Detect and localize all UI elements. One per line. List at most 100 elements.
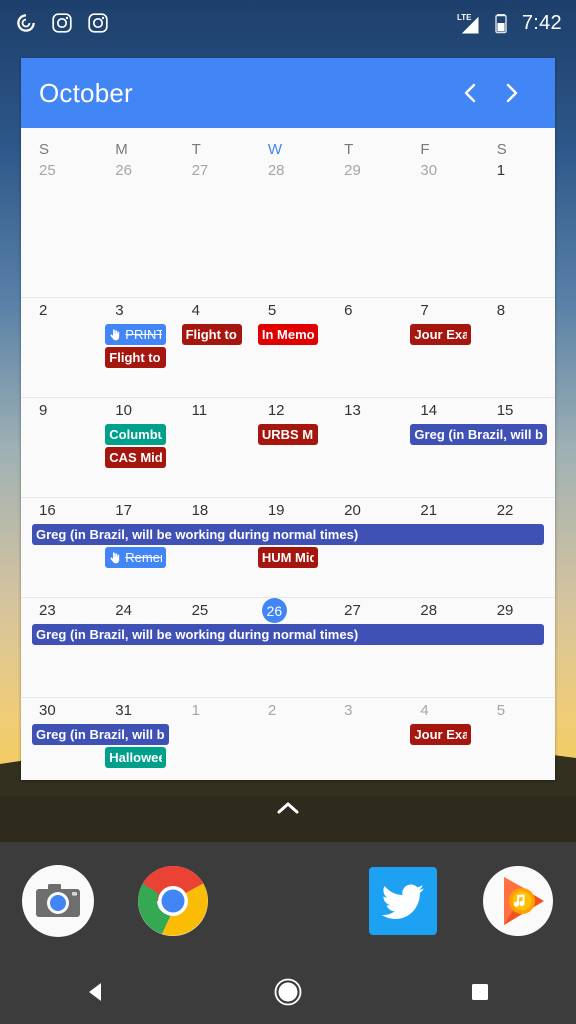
dock-slot-play-music[interactable] bbox=[461, 865, 576, 937]
day-cell[interactable]: 29 bbox=[326, 158, 402, 184]
day-cell[interactable]: 13 bbox=[326, 398, 402, 424]
day-cell[interactable]: 29 bbox=[479, 598, 555, 624]
day-cell[interactable]: 23 bbox=[21, 598, 97, 624]
next-month-button[interactable] bbox=[491, 72, 533, 114]
event-chip[interactable]: In Memori bbox=[257, 324, 319, 345]
day-cell[interactable]: 11 bbox=[174, 398, 250, 424]
day-cell[interactable]: 24 bbox=[97, 598, 173, 624]
camera-icon[interactable] bbox=[21, 865, 94, 937]
event-label: CAS Midte bbox=[109, 450, 162, 465]
event-label: Columbus bbox=[109, 427, 161, 442]
home-button[interactable] bbox=[192, 976, 384, 1008]
event-label: Jour Exam bbox=[414, 327, 467, 342]
day-cell[interactable]: 6 bbox=[326, 298, 402, 324]
day-cell[interactable]: 25 bbox=[174, 598, 250, 624]
day-cell[interactable]: 30 bbox=[21, 698, 97, 724]
event-label: Halloween bbox=[109, 750, 161, 765]
day-cell[interactable]: 19 bbox=[250, 498, 326, 524]
day-cell[interactable]: 28 bbox=[402, 598, 478, 624]
event-chip[interactable]: Flight to L bbox=[181, 324, 242, 345]
recents-icon bbox=[472, 984, 488, 1000]
day-cell[interactable]: 25 bbox=[21, 158, 97, 184]
event-chip[interactable]: Flight to O bbox=[105, 347, 166, 368]
day-cell[interactable]: 5 bbox=[479, 698, 555, 724]
event-chip[interactable]: CAS Midte bbox=[105, 447, 166, 468]
event-chip[interactable]: Greg (in Brazil, will be bbox=[410, 424, 547, 445]
calendar-header: October bbox=[21, 58, 555, 128]
event-chip[interactable]: Greg (in Brazil, will be bbox=[32, 724, 169, 745]
calendar-week-row: 30 31 1 2 3 4 5 Greg (in Brazil, will be Jour Ex… bbox=[21, 697, 555, 780]
day-cell[interactable]: 1 bbox=[479, 158, 555, 184]
day-cell[interactable]: 3 bbox=[97, 298, 173, 324]
day-number-row: 25 26 27 28 29 30 1 bbox=[21, 158, 555, 184]
chevron-up-icon bbox=[277, 802, 299, 814]
event-chip[interactable]: HUM Midt bbox=[257, 547, 319, 568]
day-cell[interactable]: 3 bbox=[326, 698, 402, 724]
day-cell[interactable]: 12 bbox=[250, 398, 326, 424]
twitter-icon[interactable] bbox=[367, 865, 439, 937]
svg-text:LTE: LTE bbox=[457, 13, 472, 22]
event-layer: Greg (in Brazil, will be working during … bbox=[21, 624, 555, 697]
event-label: Flight to O bbox=[109, 350, 161, 365]
day-cell[interactable]: 7 bbox=[402, 298, 478, 324]
status-bar-clock: 7:42 bbox=[521, 11, 562, 34]
event-chip[interactable]: URBS Mid bbox=[257, 424, 319, 445]
weekday-header-3: W bbox=[267, 141, 283, 158]
day-number-row: 30 31 1 2 3 4 5 bbox=[21, 698, 555, 724]
day-cell[interactable]: 20 bbox=[326, 498, 402, 524]
day-cell[interactable]: 14 bbox=[402, 398, 478, 424]
day-cell[interactable]: 1 bbox=[174, 698, 250, 724]
event-label: Rememb bbox=[125, 550, 161, 565]
event-chip[interactable]: Columbus bbox=[105, 424, 166, 445]
lte-signal-icon: LTE bbox=[457, 13, 479, 34]
day-cell[interactable]: 15 bbox=[479, 398, 555, 424]
calendar-widget[interactable]: October SMTWTFS 25 26 27 28 29 30 1 2 3 4 5 6 7 8 PRIN… bbox=[21, 58, 555, 780]
today-marker: 26 bbox=[261, 598, 287, 623]
day-cell[interactable]: 21 bbox=[402, 498, 478, 524]
day-cell[interactable]: 28 bbox=[250, 158, 326, 184]
day-cell[interactable]: 27 bbox=[174, 158, 250, 184]
pocket-casts-icon bbox=[17, 14, 35, 32]
event-chip[interactable]: Halloween bbox=[105, 747, 166, 768]
day-cell[interactable]: 22 bbox=[479, 498, 555, 524]
event-chip[interactable]: Greg (in Brazil, will be working during … bbox=[32, 524, 544, 545]
chrome-icon[interactable] bbox=[137, 865, 209, 937]
day-cell[interactable]: 8 bbox=[479, 298, 555, 324]
day-cell[interactable]: 9 bbox=[21, 398, 97, 424]
day-cell[interactable]: 26 bbox=[97, 158, 173, 184]
day-cell[interactable]: 31 bbox=[97, 698, 173, 724]
day-cell[interactable]: 2 bbox=[250, 698, 326, 724]
app-drawer-handle[interactable] bbox=[0, 798, 576, 818]
weekday-header-6: S bbox=[496, 141, 507, 158]
month-title: October bbox=[39, 77, 133, 108]
day-cell[interactable]: 4 bbox=[402, 698, 478, 724]
play-music-icon[interactable] bbox=[482, 865, 554, 937]
calendar-week-row: 9101112131415 Columbus URBS Mid Greg (in Br… bbox=[21, 397, 555, 497]
event-label: Jour Exam bbox=[414, 727, 467, 742]
dock-slot-chrome[interactable] bbox=[115, 865, 230, 937]
day-cell[interactable]: 17 bbox=[97, 498, 173, 524]
task-chip[interactable]: PRINT 2 bbox=[105, 324, 166, 345]
event-chip[interactable]: Greg (in Brazil, will be working during … bbox=[32, 624, 544, 645]
day-cell[interactable]: 16 bbox=[21, 498, 97, 524]
event-layer: PRINT 2 Flight to L In Memori Jour Exam Flig… bbox=[21, 324, 555, 397]
day-cell[interactable]: 5 bbox=[250, 298, 326, 324]
day-cell-today[interactable]: 26 bbox=[250, 598, 326, 624]
dock-slot-twitter[interactable] bbox=[346, 865, 461, 937]
event-chip[interactable]: Jour Exam bbox=[410, 724, 471, 745]
day-cell[interactable]: 18 bbox=[174, 498, 250, 524]
home-icon bbox=[274, 978, 302, 1006]
day-cell[interactable]: 30 bbox=[402, 158, 478, 184]
chevron-right-icon bbox=[506, 83, 518, 103]
event-layer bbox=[21, 184, 555, 297]
day-cell[interactable]: 2 bbox=[21, 298, 97, 324]
event-chip[interactable]: Jour Exam bbox=[410, 324, 471, 345]
recents-button[interactable] bbox=[384, 979, 576, 1005]
task-chip[interactable]: Rememb bbox=[105, 547, 166, 568]
dock-slot-camera[interactable] bbox=[0, 865, 115, 937]
back-button[interactable] bbox=[0, 978, 192, 1006]
previous-month-button[interactable] bbox=[449, 72, 491, 114]
day-cell[interactable]: 4 bbox=[174, 298, 250, 324]
day-cell[interactable]: 27 bbox=[326, 598, 402, 624]
day-cell[interactable]: 10 bbox=[97, 398, 173, 424]
